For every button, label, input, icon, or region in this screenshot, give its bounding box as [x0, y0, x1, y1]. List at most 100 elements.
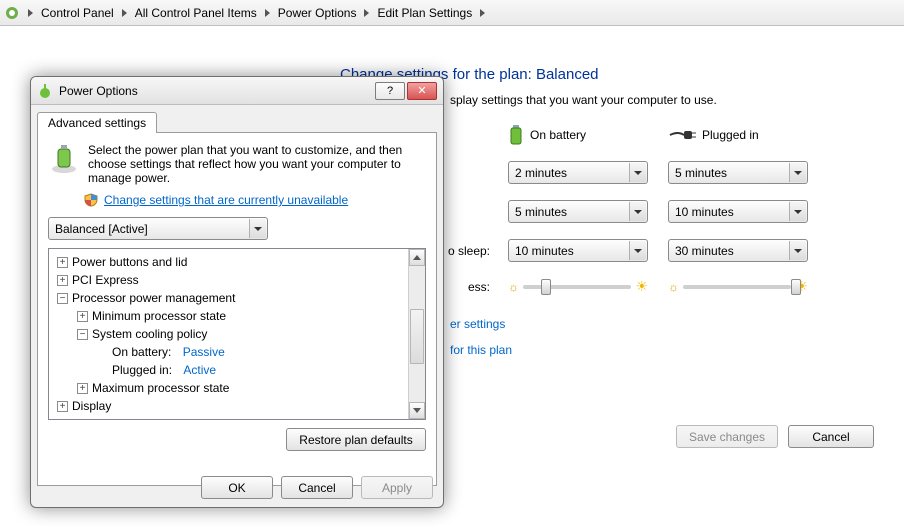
- expand-icon[interactable]: +: [57, 257, 68, 268]
- tree-label: Processor power management: [72, 289, 235, 307]
- select-value: 10 minutes: [675, 205, 734, 219]
- select-value: 2 minutes: [515, 166, 567, 180]
- chevron-down-icon: [789, 202, 806, 221]
- breadcrumb-item-edit-plan[interactable]: Edit Plan Settings: [373, 0, 476, 25]
- control-panel-icon: [4, 5, 20, 21]
- sleep-plugged-select[interactable]: 30 minutes: [668, 239, 808, 262]
- dialog-titlebar[interactable]: Power Options ? ✕: [31, 77, 443, 105]
- collapse-icon[interactable]: −: [57, 293, 68, 304]
- chevron-down-icon: [249, 219, 266, 238]
- tree-item-cooling-plugged[interactable]: Plugged in: Active: [53, 361, 425, 379]
- close-button[interactable]: ✕: [407, 82, 437, 100]
- tree-label: System cooling policy: [92, 325, 207, 343]
- chevron-right-icon: [480, 9, 485, 17]
- change-unavailable-settings-link[interactable]: Change settings that are currently unava…: [104, 193, 348, 207]
- breadcrumb-label: All Control Panel Items: [135, 6, 257, 20]
- help-button[interactable]: ?: [375, 82, 405, 100]
- settings-tree: +Power buttons and lid +PCI Express −Pro…: [48, 248, 426, 420]
- collapse-icon[interactable]: −: [77, 329, 88, 340]
- breadcrumb-label: Power Options: [278, 6, 357, 20]
- column-header-battery: On battery: [508, 125, 668, 145]
- tree-item-multimedia[interactable]: + Multimedia settings: [53, 415, 425, 420]
- tree-item-power-buttons[interactable]: + Power buttons and lid: [53, 253, 425, 271]
- plug-icon: [668, 129, 696, 141]
- tree-item-cooling-policy[interactable]: −System cooling policy: [53, 325, 425, 343]
- chevron-right-icon: [265, 9, 270, 17]
- tree-item-min-processor[interactable]: + Minimum processor state: [53, 307, 425, 325]
- column-header-label: On battery: [530, 128, 586, 142]
- scroll-down-button[interactable]: [409, 402, 425, 419]
- power-plan-icon: [48, 143, 80, 175]
- scroll-thumb[interactable]: [410, 309, 424, 364]
- tree-item-processor[interactable]: −Processor power management: [53, 289, 425, 307]
- advanced-power-link-tail[interactable]: er settings: [450, 317, 864, 331]
- tree-label: Display: [72, 397, 111, 415]
- column-header-label: Plugged in: [702, 128, 759, 142]
- select-value: Balanced [Active]: [55, 222, 148, 236]
- tree-item-cooling-on-battery[interactable]: On battery: Passive: [53, 343, 425, 361]
- expand-icon[interactable]: +: [57, 419, 68, 421]
- tree-label: Maximum processor state: [92, 379, 229, 397]
- breadcrumb-item-power-options[interactable]: Power Options: [274, 0, 361, 25]
- tree-item-display[interactable]: + Display: [53, 397, 425, 415]
- tree-label: Power buttons and lid: [72, 253, 187, 271]
- page-action-bar: Save changes Cancel: [676, 425, 874, 448]
- tree-scrollbar[interactable]: [408, 249, 425, 419]
- ok-button[interactable]: OK: [201, 476, 273, 499]
- slider-track[interactable]: [523, 285, 631, 289]
- tree-kv-label: Plugged in:: [112, 361, 172, 379]
- sleep-battery-select[interactable]: 10 minutes: [508, 239, 648, 262]
- dim-display-battery-select[interactable]: 2 minutes: [508, 161, 648, 184]
- expand-icon[interactable]: +: [77, 311, 88, 322]
- dialog-cancel-button[interactable]: Cancel: [281, 476, 353, 499]
- page-subtitle-tail: splay settings that you want your comput…: [450, 93, 864, 107]
- tree-kv-label: On battery:: [112, 343, 171, 361]
- slider-track[interactable]: [683, 285, 791, 289]
- chevron-right-icon: [28, 9, 33, 17]
- breadcrumb-item-control-panel[interactable]: Control Panel: [37, 0, 118, 25]
- breadcrumb-label: Edit Plan Settings: [377, 6, 472, 20]
- dialog-title: Power Options: [59, 84, 373, 98]
- tree-label: Multimedia settings: [72, 415, 175, 420]
- tree-item-pci-express[interactable]: + PCI Express: [53, 271, 425, 289]
- tab-advanced-settings[interactable]: Advanced settings: [37, 112, 157, 133]
- slider-thumb[interactable]: [791, 279, 801, 295]
- brightness-plugged-slider[interactable]: ☼ ☀: [668, 278, 808, 295]
- brightness-battery-slider[interactable]: ☼ ☀: [508, 278, 648, 295]
- breadcrumb: Control Panel All Control Panel Items Po…: [0, 0, 904, 26]
- power-options-dialog: Power Options ? ✕ Advanced settings Sele…: [30, 76, 444, 508]
- restore-defaults-link-tail[interactable]: for this plan: [450, 343, 864, 357]
- power-options-icon: [37, 83, 53, 99]
- select-value: 5 minutes: [515, 205, 567, 219]
- breadcrumb-item-all-items[interactable]: All Control Panel Items: [131, 0, 261, 25]
- save-changes-button: Save changes: [676, 425, 778, 448]
- turn-off-display-plugged-select[interactable]: 10 minutes: [668, 200, 808, 223]
- tree-label: PCI Express: [72, 271, 139, 289]
- restore-plan-defaults-button[interactable]: Restore plan defaults: [286, 428, 426, 451]
- tree-kv-value[interactable]: Passive: [183, 343, 225, 361]
- power-plan-select[interactable]: Balanced [Active]: [48, 217, 268, 240]
- apply-button: Apply: [361, 476, 433, 499]
- sun-dim-icon: ☼: [508, 280, 519, 294]
- sun-dim-icon: ☼: [668, 280, 679, 294]
- tree-item-max-processor[interactable]: + Maximum processor state: [53, 379, 425, 397]
- dim-display-plugged-select[interactable]: 5 minutes: [668, 161, 808, 184]
- expand-icon[interactable]: +: [57, 275, 68, 286]
- chevron-down-icon: [629, 163, 646, 182]
- chevron-down-icon: [629, 241, 646, 260]
- dialog-intro-text: Select the power plan that you want to c…: [88, 143, 426, 185]
- tabstrip: Advanced settings: [31, 105, 443, 132]
- sun-bright-icon: ☀: [635, 278, 648, 295]
- turn-off-display-battery-select[interactable]: 5 minutes: [508, 200, 648, 223]
- uac-shield-icon: [84, 193, 98, 207]
- slider-thumb[interactable]: [541, 279, 551, 295]
- expand-icon[interactable]: +: [57, 401, 68, 412]
- tree-kv-value[interactable]: Active: [183, 361, 216, 379]
- expand-icon[interactable]: +: [77, 383, 88, 394]
- tree-label: Minimum processor state: [92, 307, 226, 325]
- select-value: 30 minutes: [675, 244, 734, 258]
- chevron-right-icon: [122, 9, 127, 17]
- cancel-button[interactable]: Cancel: [788, 425, 874, 448]
- chevron-down-icon: [789, 241, 806, 260]
- scroll-up-button[interactable]: [409, 249, 425, 266]
